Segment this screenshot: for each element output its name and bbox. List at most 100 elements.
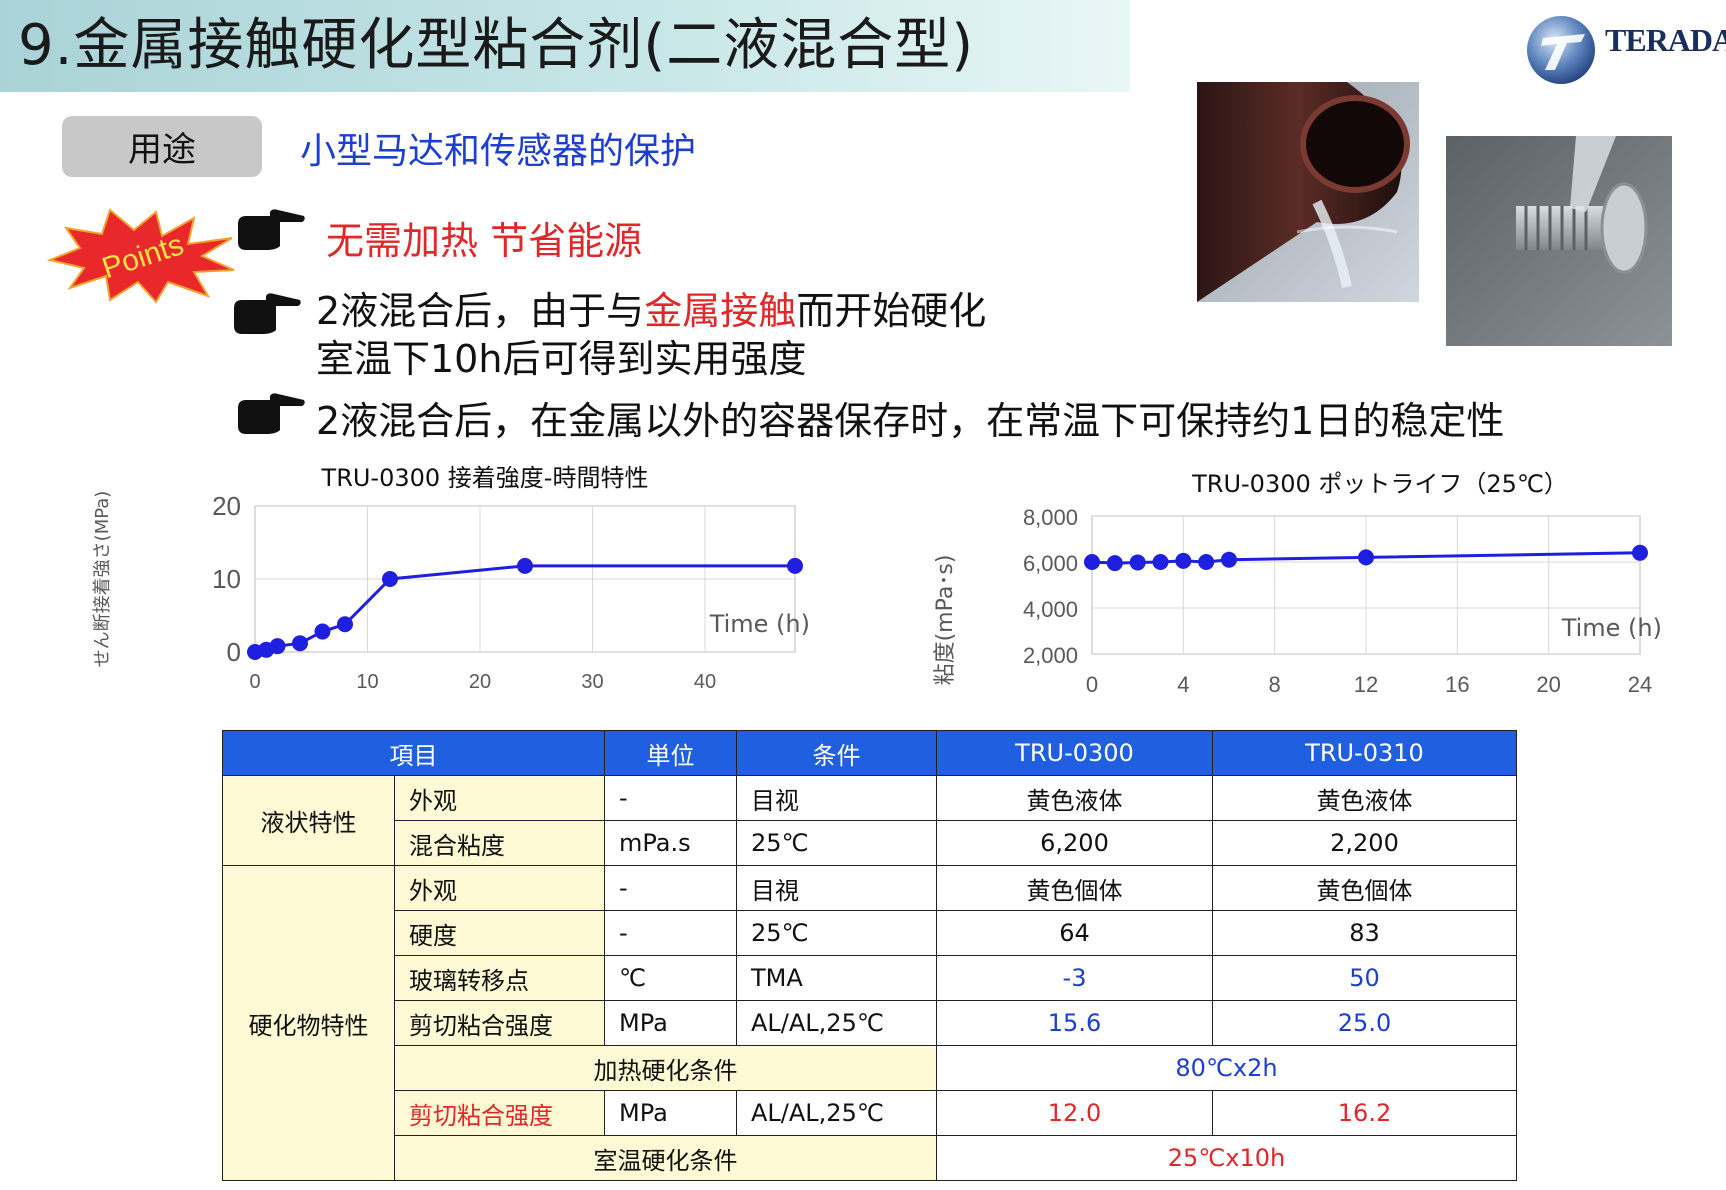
data-point	[1175, 552, 1192, 569]
cell: 目视	[736, 775, 937, 821]
cell: 加热硬化条件	[394, 1045, 937, 1091]
data-point	[1129, 554, 1146, 571]
pointing-hand-icon	[234, 293, 301, 334]
cell: 黄色個体	[936, 865, 1213, 911]
data-point	[1084, 554, 1100, 570]
cell: TMA	[736, 955, 937, 1001]
x-tick-label: 40	[694, 671, 716, 693]
table-row: 剪切粘合强度 MPa AL/AL,25℃ 12.0 16.2	[223, 1090, 1517, 1136]
data-point	[1358, 549, 1374, 566]
x-axis-label: Time (h)	[709, 610, 810, 638]
table-row: 混合粘度 mPa.s 25℃ 6,200 2,200	[223, 820, 1517, 866]
cell: 12.0	[936, 1090, 1213, 1136]
photo-adhesive-tube	[1197, 82, 1419, 302]
y-tick-label: 8,000	[1023, 505, 1078, 530]
cell: 目視	[736, 865, 937, 911]
cell: 25℃x10h	[936, 1135, 1517, 1181]
data-point	[787, 557, 803, 574]
group-liquid: 液状特性	[222, 775, 395, 866]
data-point	[337, 616, 353, 633]
point-3-text: 2液混合后，在金属以外的容器保存时，在常温下可保持约1日的稳定性	[316, 399, 1505, 443]
y-axis-label: せん断接着強さ(MPa)	[92, 491, 113, 668]
x-tick-label: 24	[1628, 672, 1652, 697]
cell: 外观	[394, 775, 605, 821]
cell: 黄色液体	[1212, 775, 1517, 821]
data-point	[1106, 555, 1123, 572]
x-tick-label: 4	[1177, 672, 1189, 697]
x-tick-label: 20	[1536, 672, 1560, 697]
chart-left-svg: 0 10 20 30 40 0 10 20 TRU-0300 接着強度-時間特性 Time (h)…	[92, 464, 810, 693]
table-row: 剪切粘合强度 MPa AL/AL,25℃ 15.6 25.0	[223, 1000, 1517, 1046]
data-point	[269, 638, 286, 655]
x-tick-label: 0	[249, 671, 260, 693]
photo-bolt-application	[1446, 136, 1672, 346]
header-tru0300: TRU-0300	[936, 730, 1213, 776]
point-2-line-1: 2液混合后，由于与金属接触而开始硬化	[316, 280, 986, 335]
x-tick-label: 10	[356, 671, 378, 693]
cell: 2,200	[1212, 820, 1517, 866]
data-point	[382, 571, 398, 587]
cell: 硬度	[394, 910, 605, 956]
y-axis-label: 粘度(mPa･s)	[933, 555, 958, 686]
chart-title: TRU-0300 ポットライフ（25℃）	[1191, 470, 1568, 498]
data-point	[1221, 551, 1237, 568]
cell: 外观	[394, 865, 605, 911]
cell: 25℃	[736, 820, 937, 866]
table-row: 硬度 - 25℃ 64 83	[223, 910, 1517, 956]
usage-label: 用途	[128, 130, 196, 170]
cell: 83	[1212, 910, 1517, 956]
x-tick-label: 16	[1445, 672, 1469, 697]
cell: 6,200	[936, 820, 1213, 866]
x-tick-label: 30	[581, 671, 603, 693]
cell: 64	[936, 910, 1213, 956]
starburst-icon: Points	[46, 208, 235, 304]
table-row: 加热硬化条件 80℃x2h	[223, 1045, 1517, 1091]
cell: -	[604, 775, 737, 821]
data-point	[1198, 554, 1215, 570]
cell: 25.0	[1212, 1000, 1517, 1046]
point-2-highlight: 金属接触	[644, 289, 797, 333]
chart-pot-life: 0 4 8 12 16 20 24 2,000 4,000 6,000 8,000 TRU-0300 …	[930, 462, 1670, 722]
table-row: 液状特性 外观 - 目视 黄色液体 黄色液体	[222, 775, 1517, 866]
chart-right-svg: 0 4 8 12 16 20 24 2,000 4,000 6,000 8,000 TRU-0300 …	[933, 470, 1662, 697]
cell: -3	[936, 955, 1213, 1001]
cell: MPa	[604, 1000, 737, 1046]
header-condition: 条件	[736, 730, 937, 776]
x-tick-label: 20	[469, 671, 491, 693]
cell: 50	[1212, 955, 1517, 1001]
cell: mPa.s	[604, 820, 737, 866]
cell: 黄色個体	[1212, 865, 1517, 911]
chart-title: TRU-0300 接着強度-時間特性	[321, 464, 649, 492]
logo-text: TERADA	[1605, 22, 1726, 58]
y-tick-label: 0	[227, 637, 241, 667]
pointing-hand-icon	[238, 393, 305, 434]
header-tru0310: TRU-0310	[1212, 730, 1517, 776]
x-tick-label: 8	[1269, 672, 1281, 697]
header-item: 項目	[222, 730, 605, 776]
usage-label-box: 用途	[62, 116, 262, 177]
cell: -	[604, 865, 737, 911]
points-badge: Points	[44, 204, 240, 304]
cell: 黄色液体	[936, 775, 1213, 821]
cell: 16.2	[1212, 1090, 1517, 1136]
data-point	[517, 557, 533, 574]
spec-table: 項目 単位 条件 TRU-0300 TRU-0310 液状特性 外观 - 目视 …	[222, 730, 1517, 1181]
x-tick-label: 12	[1354, 672, 1378, 697]
cell: -	[604, 910, 737, 956]
point-2-line-2: 室温下10h后可得到实用强度	[316, 337, 807, 381]
point-2-post: 而开始硬化	[796, 289, 987, 333]
table-row: 玻璃转移点 ℃ TMA -3 50	[223, 955, 1517, 1001]
cell: AL/AL,25℃	[736, 1090, 937, 1136]
cell: 25℃	[736, 910, 937, 956]
cell: 80℃x2h	[936, 1045, 1517, 1091]
group-cured: 硬化物特性	[222, 865, 395, 1181]
point-2-pre: 2液混合后，由于与	[316, 289, 645, 333]
data-point	[314, 623, 331, 640]
y-tick-label: 10	[212, 564, 241, 594]
cell: ℃	[604, 955, 737, 1001]
y-tick-label: 2,000	[1023, 643, 1078, 668]
data-point	[292, 635, 308, 652]
table-row: 室温硬化条件 25℃x10h	[223, 1135, 1517, 1181]
y-tick-label: 6,000	[1023, 551, 1078, 576]
pointing-hand-icon	[238, 209, 305, 250]
